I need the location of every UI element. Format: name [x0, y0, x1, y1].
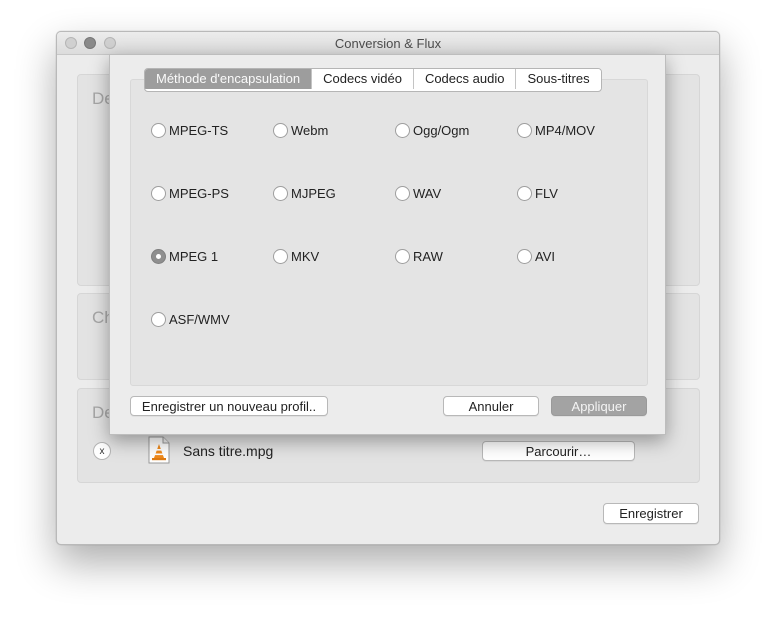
- vlc-cone-file-icon: [148, 436, 170, 464]
- format-mpeg-ps[interactable]: MPEG-PS: [151, 186, 229, 201]
- format-label: Ogg/Ogm: [413, 123, 470, 138]
- radio-button[interactable]: [151, 186, 166, 201]
- format-label: FLV: [535, 186, 558, 201]
- format-label: MPEG-PS: [169, 186, 229, 201]
- format-mpeg-ts[interactable]: MPEG-TS: [151, 123, 228, 138]
- format-mjpeg[interactable]: MJPEG: [273, 186, 336, 201]
- close-icon: x: [99, 445, 105, 457]
- save-button[interactable]: Enregistrer: [603, 503, 699, 524]
- radio-button[interactable]: [151, 312, 166, 327]
- cancel-button[interactable]: Annuler: [443, 396, 539, 416]
- radio-button[interactable]: [395, 123, 410, 138]
- radio-button[interactable]: [517, 123, 532, 138]
- format-label: Webm: [291, 123, 329, 138]
- window-title: Conversion & Flux: [334, 36, 442, 51]
- tab-audio-codecs[interactable]: Codecs audio: [412, 69, 516, 89]
- format-label: AVI: [535, 249, 555, 264]
- remove-destination-button[interactable]: x: [93, 442, 111, 460]
- radio-button[interactable]: [273, 123, 288, 138]
- tab-panel: MPEG-TS Webm Ogg/Ogm MP4/MOV MPEG-PS MJP…: [130, 79, 648, 386]
- apply-button[interactable]: Appliquer: [551, 396, 647, 416]
- tab-subtitles[interactable]: Sous-titres: [515, 69, 601, 89]
- browse-button[interactable]: Parcourir…: [482, 441, 635, 461]
- format-avi[interactable]: AVI: [517, 249, 555, 264]
- tab-video-codecs[interactable]: Codecs vidéo: [311, 69, 413, 89]
- destination-file-name: Sans titre.mpg: [183, 443, 274, 459]
- save-new-profile-button[interactable]: Enregistrer un nouveau profil..: [130, 396, 328, 416]
- format-ogg-ogm[interactable]: Ogg/Ogm: [395, 123, 469, 138]
- radio-button[interactable]: [517, 186, 532, 201]
- format-flv[interactable]: FLV: [517, 186, 558, 201]
- format-asf-wmv[interactable]: ASF/WMV: [151, 312, 230, 327]
- format-mkv[interactable]: MKV: [273, 249, 319, 264]
- radio-button[interactable]: [151, 249, 166, 264]
- format-mp4-mov[interactable]: MP4/MOV: [517, 123, 595, 138]
- radio-button[interactable]: [517, 249, 532, 264]
- format-label: RAW: [413, 249, 443, 264]
- format-raw[interactable]: RAW: [395, 249, 443, 264]
- format-mpeg-1[interactable]: MPEG 1: [151, 249, 218, 264]
- title-bar[interactable]: Conversion & Flux: [57, 32, 719, 55]
- format-label: MPEG 1: [169, 249, 219, 264]
- format-webm[interactable]: Webm: [273, 123, 328, 138]
- radio-button[interactable]: [273, 186, 288, 201]
- format-label: MJPEG: [291, 186, 336, 201]
- format-wav[interactable]: WAV: [395, 186, 441, 201]
- radio-button[interactable]: [151, 123, 166, 138]
- format-label: MP4/MOV: [535, 123, 595, 138]
- format-label: WAV: [413, 186, 442, 201]
- format-label: ASF/WMV: [169, 312, 230, 327]
- radio-button[interactable]: [395, 186, 410, 201]
- profile-sheet: MPEG-TS Webm Ogg/Ogm MP4/MOV MPEG-PS MJP…: [109, 54, 666, 435]
- format-label: MKV: [291, 249, 320, 264]
- tab-bar: Méthode d'encapsulation Codecs vidéo Cod…: [144, 68, 602, 92]
- tab-encapsulation[interactable]: Méthode d'encapsulation: [145, 69, 312, 89]
- format-label: MPEG-TS: [169, 123, 229, 138]
- radio-button[interactable]: [273, 249, 288, 264]
- radio-button[interactable]: [395, 249, 410, 264]
